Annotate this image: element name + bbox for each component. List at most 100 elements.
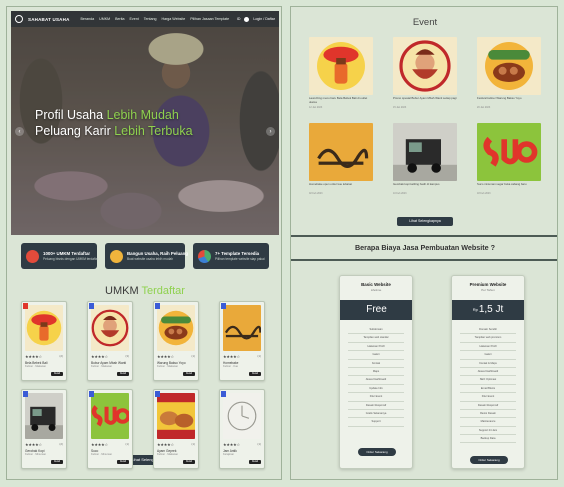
umkm-card-image[interactable] [223,305,261,351]
event-date: 02 Feb 2023 [309,192,323,195]
umkm-card[interactable]: ★★★★☆ (2) Bela Bebek Bali Kuliner · Maka… [21,301,67,381]
carousel-prev-button[interactable]: ‹ [15,127,24,136]
umkm-detail-button[interactable]: Detail [183,460,195,464]
bookmark-icon [23,303,28,309]
rating-stars: ★★★★☆ [91,354,108,359]
umkm-card[interactable]: ★★★★☆ (1) Warung Bakso Yoyo Kuliner · Ma… [153,301,199,381]
left-panel: SAHABAT USAHA Beranda UMKM Berita Event … [6,6,282,480]
plan-feature: Desain Responsif [348,402,404,410]
nav-item-beranda[interactable]: Beranda [81,17,95,21]
event-card[interactable]: Homebake open order kue lebaran 02 Feb 2… [309,123,373,207]
rating-stars: ★★★★☆ [223,442,240,447]
event-card[interactable]: Launching menu baru Bela Bebek Bali di o… [309,37,373,121]
event-image[interactable] [393,37,457,95]
event-image[interactable] [393,123,457,181]
event-card[interactable]: Suco minuman segar buka cabang baru 18 F… [477,123,541,207]
umkm-card-image[interactable] [91,393,129,439]
plan-name: Basic Website [361,282,391,287]
event-caption[interactable]: Gerobak kopi keliling hadir di kampus [393,182,457,187]
umkm-detail-button[interactable]: Detail [183,372,195,376]
bookmark-icon [221,391,226,397]
plan-feature: Maintenance [460,418,516,427]
umkm-card[interactable]: ★★★★☆ (1) Suco Kuliner · Minuman Detail [87,389,133,469]
nav-item-template[interactable]: Pilihan Jasaan Template [190,17,229,21]
plan-order-button[interactable]: Order Sekarang [358,448,396,456]
umkm-category: Kuliner · Minuman [91,453,113,456]
headline-line1: Profil Usaha [35,108,107,122]
plan-features: Subdomain Tampilan web standar Halaman Pro… [340,326,412,427]
event-date: 20 Jan 2023 [477,106,491,109]
umkm-card-image[interactable] [157,393,195,439]
nav-item-harga[interactable]: Harga Website [162,17,186,21]
brand-name[interactable]: SAHABAT USAHA [28,17,70,22]
umkm-card[interactable]: ★★★★☆ (1) Jam Antik Kerajinan Detail [219,389,265,469]
rating-stars: ★★★★☆ [157,442,174,447]
umkm-detail-button[interactable]: Detail [51,372,63,376]
event-view-more-button[interactable]: Lihat Selengkapnya [397,217,453,226]
pricing-title: Berapa Biaya Jasa Pembuatan Website ? [354,243,496,252]
stat-sub: Peluang bisnis dengan UMKM terdaftar [43,257,99,261]
event-image[interactable] [477,123,541,181]
event-card[interactable]: Promo spesial Bubur Ayam Mbah Wanti seti… [393,37,457,121]
umkm-card-image[interactable] [25,305,63,351]
umkm-category: Kerajinan [223,453,234,456]
event-card[interactable]: Gerobak kopi keliling hadir di kampus 10… [393,123,457,207]
umkm-card-image[interactable] [91,305,129,351]
umkm-card[interactable]: ★★★★☆ (1) Homebake Kuliner · Kue Detail [219,301,265,381]
umkm-card-image[interactable] [25,393,63,439]
plan-feature: Tampilan web standar [348,334,404,343]
bookmark-icon [89,391,94,397]
umkm-card[interactable]: ★★★★☆ (2) Gerobak Kopi Kuliner · Minuman… [21,389,67,469]
divider [291,235,557,237]
event-caption[interactable]: Homebake open order kue lebaran [309,182,373,187]
carousel-next-button[interactable]: › [266,127,275,136]
divider [291,259,557,261]
handshake-icon [110,249,123,263]
plan-feature: Update Info [348,385,404,394]
plan-name: Premium Website [469,282,507,287]
login-link[interactable]: Login / Daftar [253,17,275,21]
hero-headline: Profil Usaha Lebih Mudah Peluang Karir L… [35,107,193,139]
stat-title: 7+ Template Tersedia [215,251,260,256]
umkm-detail-button[interactable]: Detail [117,372,129,376]
event-caption[interactable]: Suco minuman segar buka cabang baru [477,182,541,187]
umkm-detail-button[interactable]: Detail [249,372,261,376]
event-caption[interactable]: Launching menu baru Bela Bebek Bali di o… [309,96,373,104]
umkm-card[interactable]: ★★★★☆ (1) Ayam Geprek Kuliner · Makanan … [153,389,199,469]
umkm-detail-button[interactable]: Detail [249,460,261,464]
nav-item-berita[interactable]: Berita [115,17,124,21]
event-date: 15 Jan 2023 [393,106,407,109]
headline-line2: Peluang Karir [35,124,115,138]
plan-order-button[interactable]: Order Sekarang [470,456,508,464]
plan-card-premium: Premium Website Per Tahun Rp1,5 Jt Domai… [451,275,525,469]
event-image[interactable] [477,37,541,95]
event-caption[interactable]: Promo spesial Bubur Ayam Mbah Wanti seti… [393,96,457,101]
bookmark-icon [23,391,28,397]
umkm-detail-button[interactable]: Detail [117,460,129,464]
plan-period: Per Tahun [481,288,495,292]
plan-feature: SEO Optimasi [460,376,516,385]
user-icon [244,16,250,22]
nav-item-umkm[interactable]: UMKM [99,17,110,21]
umkm-category: Kuliner · Makanan [91,365,113,368]
nav-item-event[interactable]: Event [130,17,139,21]
nav-item-tentang[interactable]: Tentang [144,17,157,21]
language-select[interactable]: ID [237,17,241,21]
template-icon [198,249,211,263]
rating-stars: ★★★★☆ [91,442,108,447]
plan-feature: Fitur Event [460,393,516,402]
stat-card-peluang: Bangun Usaha, Raih Peluang Buat website u… [105,243,188,269]
rating-stars: ★★★★☆ [25,354,42,359]
rating-count: (1) [191,354,195,358]
top-navbar: SAHABAT USAHA Beranda UMKM Berita Event … [11,11,279,27]
event-image[interactable] [309,123,373,181]
event-image[interactable] [309,37,373,95]
umkm-detail-button[interactable]: Detail [51,460,63,464]
event-card[interactable]: Festival kuliner Warung Bakso Yoyo 20 Ja… [477,37,541,121]
event-caption[interactable]: Festival kuliner Warung Bakso Yoyo [477,96,541,101]
umkm-card-image[interactable] [157,305,195,351]
umkm-card-image[interactable] [223,393,261,439]
plan-feature: Desain Responsif [460,402,516,410]
umkm-card[interactable]: ★★★★☆ (3) Bubur Ayam Mbah Wanti Kuliner … [87,301,133,381]
umkm-category: Kuliner · Minuman [25,453,47,456]
